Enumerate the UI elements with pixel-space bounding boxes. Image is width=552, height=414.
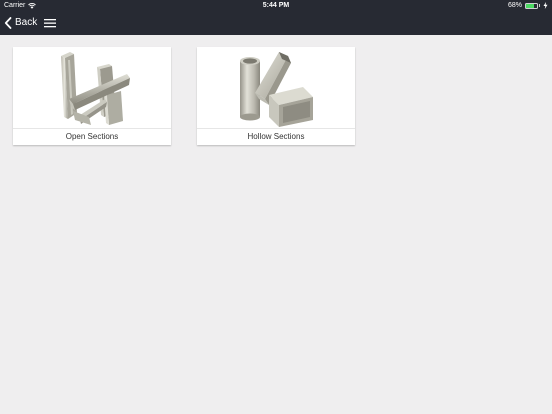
hamburger-menu-icon[interactable]: [44, 18, 57, 28]
hollow-sections-card[interactable]: Hollow Sections: [197, 47, 355, 145]
status-time: 5:44 PM: [262, 2, 290, 9]
navigation-bar: Back: [0, 11, 552, 35]
battery-percent: 68%: [507, 2, 522, 9]
card-label: Hollow Sections: [247, 132, 305, 141]
back-button[interactable]: Back: [4, 17, 37, 29]
top-bar: Carrier 5:44 PM 68% Back: [0, 0, 552, 35]
hollow-sections-tubes-image: [240, 52, 313, 127]
charging-icon: [543, 2, 548, 9]
chevron-left-icon: [4, 17, 12, 29]
battery-status: 68%: [508, 0, 548, 11]
battery-icon: [525, 2, 538, 9]
open-sections-card[interactable]: Open Sections: [13, 47, 171, 145]
card-label: Open Sections: [65, 132, 119, 141]
status-bar: Carrier 5:44 PM 68%: [0, 0, 552, 11]
open-sections-beams-image: [61, 52, 130, 125]
back-label: Back: [15, 17, 38, 28]
